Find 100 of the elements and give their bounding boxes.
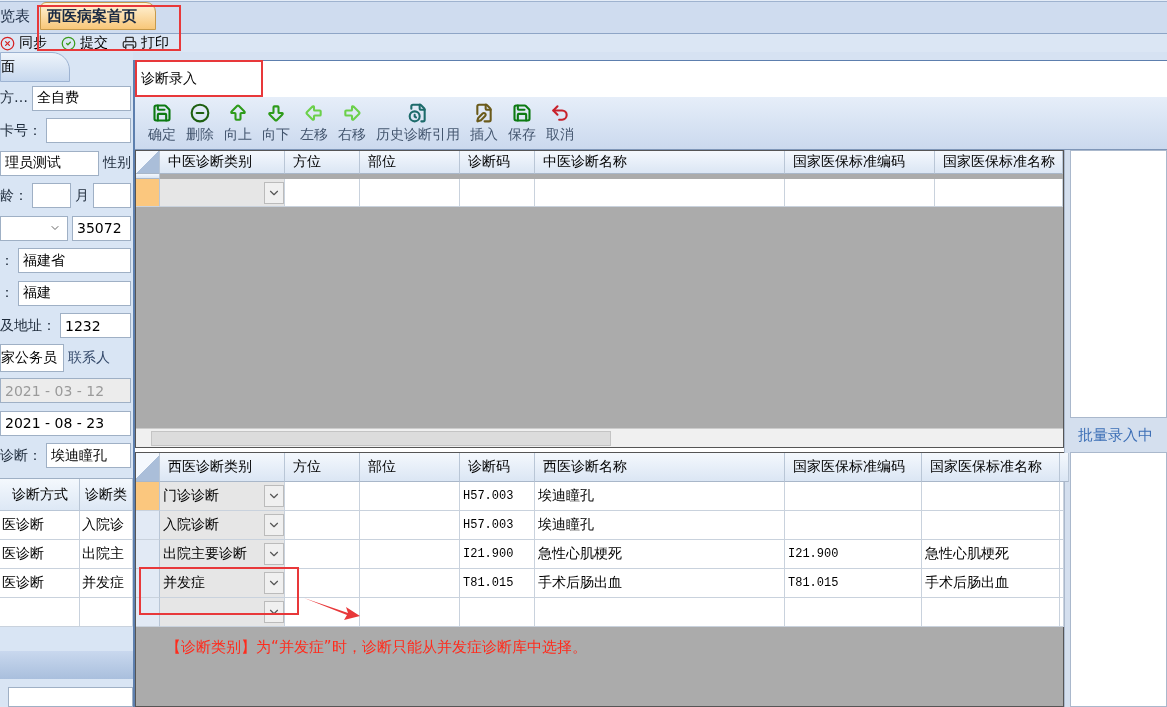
table-cell: H57.003 xyxy=(460,482,535,511)
dropdown-value: 出院主要诊断 xyxy=(163,545,247,563)
column-header xyxy=(136,174,160,179)
column-header: 方位 xyxy=(285,151,360,174)
row-indicator[interactable] xyxy=(136,511,160,540)
chevron-down-icon[interactable] xyxy=(264,514,284,536)
input-field[interactable] xyxy=(8,687,133,707)
category-dropdown[interactable]: 出院主要诊断 xyxy=(160,540,285,569)
table-cell: I21.900 xyxy=(460,540,535,569)
column-header: 中医诊断类别 xyxy=(160,151,285,174)
input-field[interactable]: 1232 xyxy=(60,313,131,339)
category-dropdown[interactable] xyxy=(160,598,285,627)
right-arrow-icon xyxy=(342,102,362,123)
field-label: 诊断： xyxy=(0,446,42,465)
column-header: 诊断码 xyxy=(460,151,535,174)
left-arrow-icon xyxy=(304,102,324,123)
toolbar-button[interactable]: 左移 xyxy=(295,102,333,144)
input-field[interactable]: 全自费 xyxy=(32,85,131,111)
column-header: 中医诊断名称 xyxy=(535,151,785,174)
toolbar-button[interactable]: 删除 xyxy=(181,102,219,144)
column-header: 部位 xyxy=(360,151,460,174)
input-field[interactable]: 理员测试 xyxy=(0,150,99,176)
tab[interactable]: 览表 xyxy=(0,2,34,30)
toolbar-button[interactable]: 向上 xyxy=(219,102,257,144)
column-header: 诊断类 xyxy=(80,479,133,511)
column-header: 国家医保标准名称 xyxy=(922,453,1060,482)
toolbar-button[interactable]: 确定 xyxy=(143,102,181,144)
close-circle-icon[interactable] xyxy=(0,35,15,51)
tab[interactable]: 联系人 xyxy=(68,344,116,373)
tab[interactable]: 西医病案首页 xyxy=(40,2,156,30)
column-header: 国家医保标准编码 xyxy=(785,453,922,482)
scrollbar-thumb[interactable] xyxy=(151,430,611,446)
chevron-down-icon[interactable] xyxy=(264,572,284,594)
toolbar-button[interactable]: 历史诊断引用 xyxy=(371,102,465,144)
tab[interactable]: 家公务员 xyxy=(0,344,64,373)
category-dropdown[interactable] xyxy=(160,179,285,207)
toolbar-button[interactable]: 向下 xyxy=(257,102,295,144)
field-label: 卡号： xyxy=(0,121,42,140)
input-field[interactable] xyxy=(92,183,131,209)
grid-corner[interactable] xyxy=(136,453,160,482)
category-dropdown[interactable]: 入院诊断 xyxy=(160,511,285,540)
column-header: 诊断码 xyxy=(460,453,535,482)
dropdown-value: 并发症 xyxy=(163,574,205,592)
minus-circle-icon xyxy=(190,102,210,123)
table-cell: 急性心肌梗死 xyxy=(535,540,785,569)
toolbar-button[interactable]: 右移 xyxy=(333,102,371,144)
table-cell: 医诊断 xyxy=(0,569,80,598)
down-arrow-icon xyxy=(266,102,286,123)
chevron-down-icon[interactable] xyxy=(264,601,284,623)
table-cell: 手术后肠出血 xyxy=(535,569,785,598)
field-label: 龄： xyxy=(0,186,28,205)
category-dropdown[interactable]: 并发症 xyxy=(160,569,285,598)
input-field[interactable]: 福建 xyxy=(18,280,131,306)
table-cell: T81.015 xyxy=(785,569,922,598)
table-cell: I21.900 xyxy=(785,540,922,569)
check-circle-icon[interactable] xyxy=(61,35,76,51)
toolbar-button[interactable]: 取消 xyxy=(541,102,579,144)
column-header: 国家医保标准编码 xyxy=(785,151,935,174)
column-header: 方位 xyxy=(285,453,360,482)
input-field[interactable]: 埃迪瞳孔 xyxy=(46,443,131,469)
tab[interactable]: 面 xyxy=(0,52,70,82)
splitter[interactable] xyxy=(1064,150,1070,707)
field-label: 方… xyxy=(0,89,28,108)
row-indicator[interactable] xyxy=(136,569,160,598)
input-field[interactable] xyxy=(46,118,131,144)
field-label: 及地址： xyxy=(0,316,56,335)
field-label: 月 xyxy=(74,186,89,205)
column-header: 部位 xyxy=(360,453,460,482)
column-header: 西医诊断类别 xyxy=(160,453,285,482)
chevron-down-icon[interactable] xyxy=(264,181,284,204)
chevron-down-icon[interactable] xyxy=(264,543,284,565)
toolbar-button[interactable]: 保存 xyxy=(503,102,541,144)
document-pen-icon xyxy=(474,102,494,123)
input-field[interactable]: 福建省 xyxy=(18,248,131,274)
column-header: 诊断方式 xyxy=(0,479,80,511)
table-cell: 埃迪瞳孔 xyxy=(535,511,785,540)
row-indicator[interactable] xyxy=(136,540,160,569)
document-clock-icon xyxy=(408,102,428,123)
table-cell: T81.015 xyxy=(460,569,535,598)
printer-icon[interactable] xyxy=(122,35,137,51)
table-cell: 医诊断 xyxy=(0,511,80,540)
row-indicator[interactable] xyxy=(136,598,160,627)
input-field[interactable] xyxy=(32,183,71,209)
dropdown-value: 门诊诊断 xyxy=(163,487,219,505)
category-dropdown[interactable]: 门诊诊断 xyxy=(160,482,285,511)
input-field[interactable]: 35072 xyxy=(72,215,131,241)
table-cell: 手术后肠出血 xyxy=(922,569,1060,598)
grid-corner[interactable] xyxy=(136,151,160,174)
input-field[interactable]: 2021 - 08 - 23 xyxy=(0,410,131,436)
toolbar-button[interactable]: 插入 xyxy=(465,102,503,144)
table-cell: 埃迪瞳孔 xyxy=(535,482,785,511)
dropdown-field[interactable] xyxy=(0,215,68,241)
field-label: ： xyxy=(0,251,14,270)
dropdown-value: 入院诊断 xyxy=(163,516,219,534)
horizontal-scrollbar[interactable] xyxy=(136,428,1063,447)
toolbar-button[interactable]: 打印 xyxy=(141,34,169,52)
field-label: ： xyxy=(0,284,14,303)
chevron-down-icon[interactable] xyxy=(264,485,284,507)
dialog-title: 诊断录入 xyxy=(141,70,197,88)
toolbar-button[interactable]: 提交 xyxy=(80,34,108,52)
